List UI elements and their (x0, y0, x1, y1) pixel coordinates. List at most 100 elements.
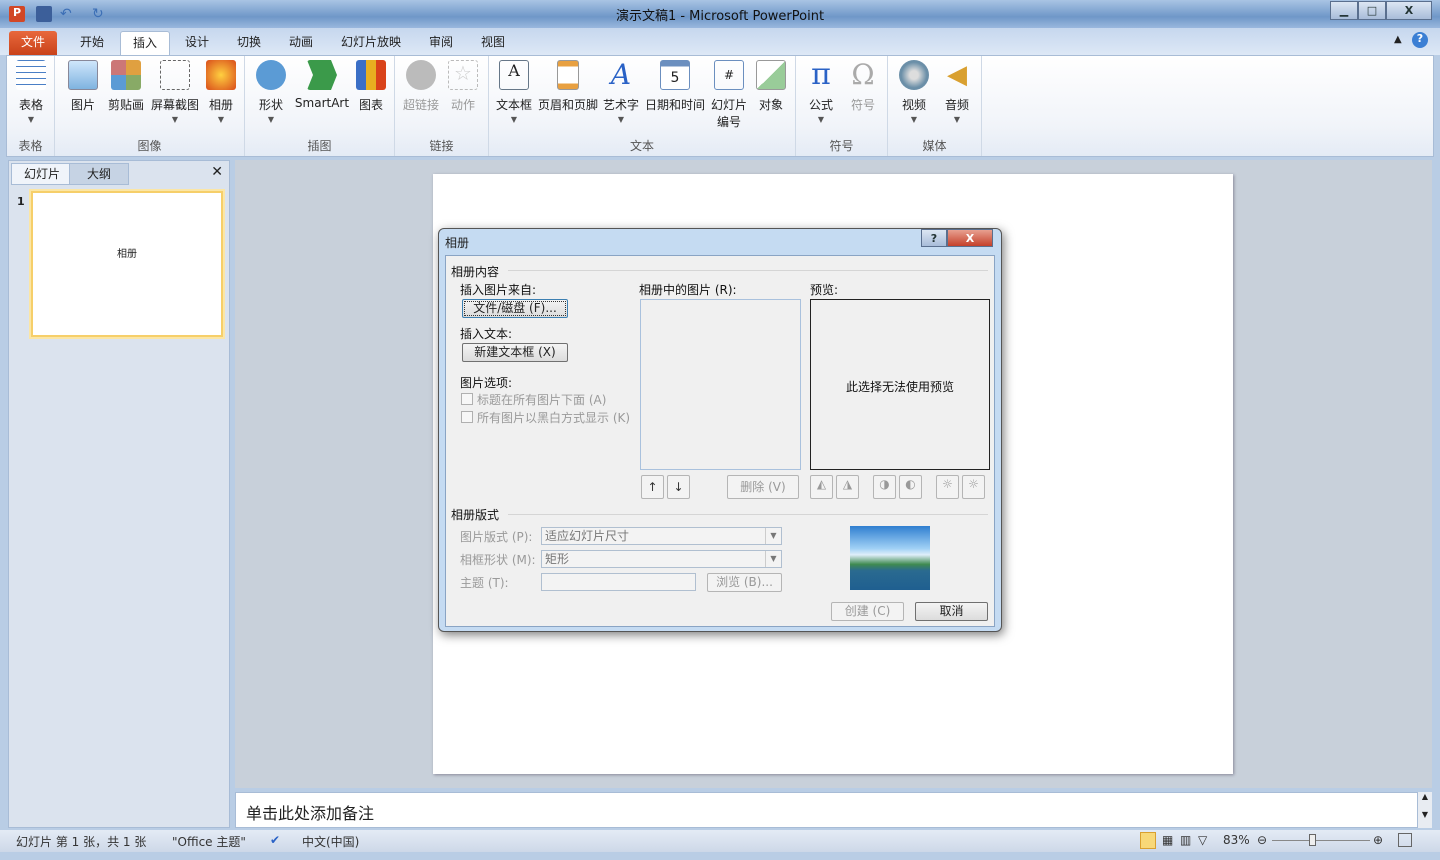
tab-file[interactable]: 文件 (9, 31, 58, 55)
tab-home[interactable]: 开始 (68, 31, 116, 55)
action-button[interactable]: ☆ 动作 (445, 60, 481, 113)
notes-input[interactable]: 单击此处添加备注 (235, 792, 1418, 828)
date-time-button[interactable]: 5 日期和时间 (643, 60, 707, 113)
browse-button[interactable]: 浏览 (B)... (707, 573, 782, 592)
picture-button[interactable]: 图片 (63, 60, 103, 113)
wordart-button[interactable]: A 艺术字 ▼ (601, 60, 641, 125)
contrast-up-icon[interactable]: ◑ (873, 475, 896, 499)
divider (508, 514, 988, 515)
dialog-help-button[interactable]: ? (921, 229, 947, 247)
object-button[interactable]: 对象 (753, 60, 789, 113)
dialog-body: 相册内容 插入图片来自: 文件/磁盘 (F)... 插入文本: 新建文本框 (X… (445, 255, 995, 627)
slide-number-button[interactable]: # 幻灯片编号 (709, 60, 749, 130)
ribbon-tabs: 文件 开始 插入 设计 切换 动画 幻灯片放映 审阅 视图 ▲ ? (0, 28, 1440, 55)
frame-shape-select[interactable]: 矩形 ▼ (541, 550, 782, 568)
collapse-ribbon-icon[interactable]: ▲ (1394, 34, 1402, 45)
slides-pane: 幻灯片 大纲 ✕ 1 相册 (8, 160, 230, 828)
create-button[interactable]: 创建 (C) (831, 602, 904, 621)
preview-label: 预览: (810, 283, 839, 297)
picture-icon (68, 60, 98, 90)
group-illustrations: 形状 ▼ SmartArt 图表 插图 (245, 56, 395, 156)
zoom-slider[interactable] (1272, 840, 1370, 841)
textbox-button[interactable]: A 文本框 ▼ (493, 60, 535, 124)
symbol-button[interactable]: Ω 符号 (844, 60, 882, 113)
slideshow-icon[interactable]: ▽ (1198, 833, 1207, 847)
move-up-button[interactable]: ↑ (641, 475, 664, 499)
equation-button[interactable]: π 公式 ▼ (802, 60, 840, 125)
theme-input[interactable] (541, 573, 696, 591)
spellcheck-icon[interactable]: ✔ (270, 833, 280, 847)
tab-transitions[interactable]: 切换 (225, 31, 273, 55)
theme-label: 主题 (T): (460, 576, 509, 590)
header-footer-icon (557, 60, 579, 90)
frame-shape-value: 矩形 (545, 552, 570, 566)
black-white-checkbox[interactable] (461, 411, 473, 423)
chart-icon (356, 60, 386, 90)
shapes-button[interactable]: 形状 ▼ (253, 60, 289, 124)
slide-sorter-icon[interactable]: ▦ (1162, 833, 1173, 847)
dialog-close-button[interactable]: X (947, 229, 993, 247)
delete-button[interactable]: 删除 (V) (727, 475, 799, 499)
brightness-down-icon[interactable]: ☼ (962, 475, 985, 499)
zoom-in-button[interactable]: ⊕ (1373, 833, 1383, 847)
tab-slides[interactable]: 幻灯片 (11, 163, 74, 185)
tab-outline[interactable]: 大纲 (69, 163, 129, 185)
rotate-left-icon[interactable]: ◭ (810, 475, 833, 499)
pictures-list-label: 相册中的图片 (R): (639, 283, 737, 297)
reading-view-icon[interactable]: ▥ (1180, 833, 1191, 847)
pictures-list[interactable] (640, 299, 801, 470)
caption-checkbox[interactable] (461, 393, 473, 405)
slide-thumbnail[interactable]: 相册 (31, 191, 223, 337)
notes-scrollbar[interactable]: ▲ ▼ (1418, 792, 1432, 828)
ribbon: 表格 ▼ 表格 图片 剪贴画 屏幕截图 ▼ 相册 ▼ 图像 形状 ▼ SmartArt … (6, 55, 1434, 157)
tab-review[interactable]: 审阅 (417, 31, 465, 55)
help-icon[interactable]: ? (1412, 32, 1428, 48)
insert-from-label: 插入图片来自: (460, 283, 537, 297)
header-footer-button[interactable]: 页眉和页脚 (537, 60, 599, 113)
caption-option-label: 标题在所有图片下面 (A) (477, 393, 607, 407)
zoom-out-button[interactable]: ⊖ (1257, 833, 1267, 847)
close-button[interactable]: X (1386, 1, 1432, 20)
photo-album-button[interactable]: 相册 ▼ (203, 60, 239, 124)
tab-insert[interactable]: 插入 (120, 31, 171, 55)
brightness-up-icon[interactable]: ☼ (936, 475, 959, 499)
zoom-level[interactable]: 83% (1223, 833, 1250, 847)
tab-animations[interactable]: 动画 (277, 31, 325, 55)
preview-message: 此选择无法使用预览 (845, 380, 954, 394)
normal-view-icon[interactable] (1140, 832, 1156, 849)
smartart-button[interactable]: SmartArt (293, 60, 351, 110)
clipart-button[interactable]: 剪贴画 (105, 60, 147, 113)
zoom-slider-thumb[interactable] (1308, 834, 1316, 846)
move-down-button[interactable]: ↓ (667, 475, 690, 499)
minimize-button[interactable]: ▁ (1330, 1, 1358, 20)
contrast-down-icon[interactable]: ◐ (899, 475, 922, 499)
group-label: 图像 (137, 139, 162, 153)
insert-text-label: 插入文本: (460, 327, 513, 341)
chevron-down-icon: ▼ (765, 551, 781, 567)
group-label: 链接 (429, 139, 454, 153)
fit-to-window-icon[interactable] (1398, 833, 1412, 847)
audio-button[interactable]: ◀ 音频 ▼ (938, 60, 976, 124)
omega-icon: Ω (851, 58, 875, 91)
language[interactable]: 中文(中国) (302, 833, 359, 850)
layout-section-label: 相册版式 (451, 508, 500, 522)
tab-design[interactable]: 设计 (173, 31, 221, 55)
tab-view[interactable]: 视图 (469, 31, 517, 55)
group-label: 表格 (18, 139, 43, 153)
action-icon: ☆ (448, 60, 478, 90)
group-table: 表格 ▼ 表格 (7, 56, 55, 156)
close-pane-icon[interactable]: ✕ (211, 164, 223, 180)
chart-button[interactable]: 图表 (353, 60, 389, 113)
group-label: 插图 (307, 139, 332, 153)
file-disk-button[interactable]: 文件/磁盘 (F)... (462, 299, 568, 318)
hyperlink-button[interactable]: 超链接 (399, 60, 443, 113)
new-textbox-button[interactable]: 新建文本框 (X) (462, 343, 568, 362)
rotate-right-icon[interactable]: ◮ (836, 475, 859, 499)
tab-slideshow[interactable]: 幻灯片放映 (329, 31, 413, 55)
picture-layout-select[interactable]: 适应幻灯片尺寸 ▼ (541, 527, 782, 545)
screenshot-button[interactable]: 屏幕截图 ▼ (149, 60, 201, 124)
video-button[interactable]: 视频 ▼ (894, 60, 934, 124)
maximize-button[interactable]: □ (1358, 1, 1386, 20)
table-button[interactable]: 表格 ▼ (11, 60, 51, 124)
cancel-button[interactable]: 取消 (915, 602, 988, 621)
